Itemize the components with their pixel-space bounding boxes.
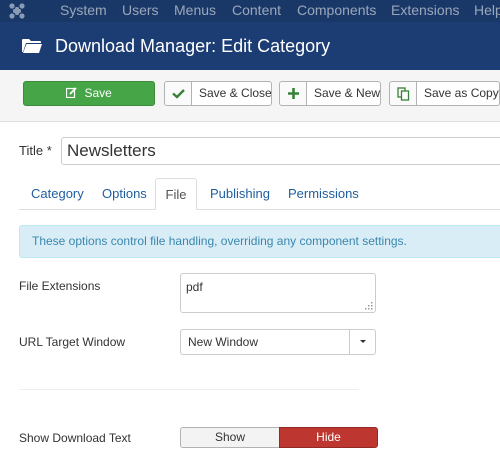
- save-button-label: Save: [84, 86, 112, 100]
- menu-help[interactable]: Help: [474, 0, 500, 22]
- url-target-select[interactable]: New Window: [180, 329, 376, 355]
- chevron-down-icon[interactable]: [349, 330, 375, 354]
- tab-options[interactable]: Options: [102, 178, 147, 210]
- menu-content[interactable]: Content: [232, 0, 281, 22]
- info-alert: These options control file handling, ove…: [19, 225, 500, 258]
- title-input[interactable]: Newsletters: [61, 137, 500, 165]
- folder-icon: [22, 39, 42, 53]
- save-button[interactable]: Save: [23, 81, 155, 106]
- show-download-text-label: Show Download Text: [19, 431, 131, 445]
- tab-permissions[interactable]: Permissions: [288, 178, 359, 210]
- menu-menus[interactable]: Menus: [174, 0, 216, 22]
- page-title: Download Manager: Edit Category: [55, 36, 331, 56]
- menu-users[interactable]: Users: [122, 0, 159, 22]
- copy-icon: [390, 82, 417, 105]
- plus-icon: [280, 82, 307, 105]
- save-as-copy-label: Save as Copy: [424, 86, 499, 100]
- save-as-copy-button[interactable]: Save as Copy: [389, 81, 500, 106]
- separator: [19, 389, 359, 390]
- save-new-button[interactable]: Save & New: [279, 81, 381, 106]
- file-extensions-value: pdf: [186, 280, 203, 294]
- menu-components[interactable]: Components: [297, 0, 376, 22]
- url-target-value: New Window: [188, 335, 259, 349]
- file-extensions-textarea[interactable]: pdf: [180, 273, 376, 313]
- menu-system[interactable]: System: [60, 0, 107, 22]
- resize-grip-icon[interactable]: [365, 302, 373, 310]
- top-menu-bar: System Users Menus Content Components Ex…: [0, 0, 500, 22]
- tab-file[interactable]: File: [155, 178, 197, 210]
- show-option-button[interactable]: Show: [180, 427, 279, 448]
- joomla-icon[interactable]: [7, 1, 27, 21]
- tab-publishing[interactable]: Publishing: [210, 178, 270, 210]
- page-header: Download Manager: Edit Category: [0, 22, 500, 70]
- save-close-label: Save & Close: [199, 86, 272, 100]
- save-new-label: Save & New: [314, 86, 381, 100]
- hide-option-button[interactable]: Hide: [279, 427, 378, 448]
- toolbar: Save Save & Close Save & New Save as Cop…: [0, 70, 500, 122]
- menu-extensions[interactable]: Extensions: [391, 0, 459, 22]
- checkmark-icon: [165, 82, 192, 105]
- url-target-label: URL Target Window: [19, 335, 126, 349]
- edit-icon: [66, 87, 77, 98]
- tab-category[interactable]: Category: [31, 178, 84, 210]
- file-extensions-label: File Extensions: [19, 279, 101, 293]
- title-label: Title *: [19, 143, 52, 158]
- save-close-button[interactable]: Save & Close: [164, 81, 272, 106]
